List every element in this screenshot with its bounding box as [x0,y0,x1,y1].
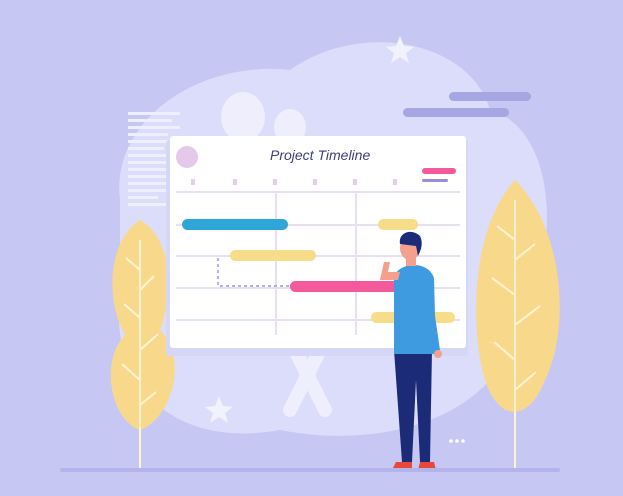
decor-arch-left [221,92,265,142]
board-tag-line [422,179,448,182]
board-pink-tag [422,168,456,174]
decor-bar-1 [449,92,531,101]
task-bar-yellow-2 [230,250,316,261]
task-bar-yellow-1 [378,219,418,230]
scene-art [60,36,560,472]
ground-line [60,468,560,472]
illustration: Project Timeline [0,0,623,496]
task-bar-pink [290,281,400,292]
more-dots-icon [449,439,465,443]
board-avatar [176,146,198,168]
decor-bar-2 [403,108,509,117]
board-title: Project Timeline [270,147,371,163]
plant-left [110,220,175,468]
task-bar-blue [182,219,288,230]
